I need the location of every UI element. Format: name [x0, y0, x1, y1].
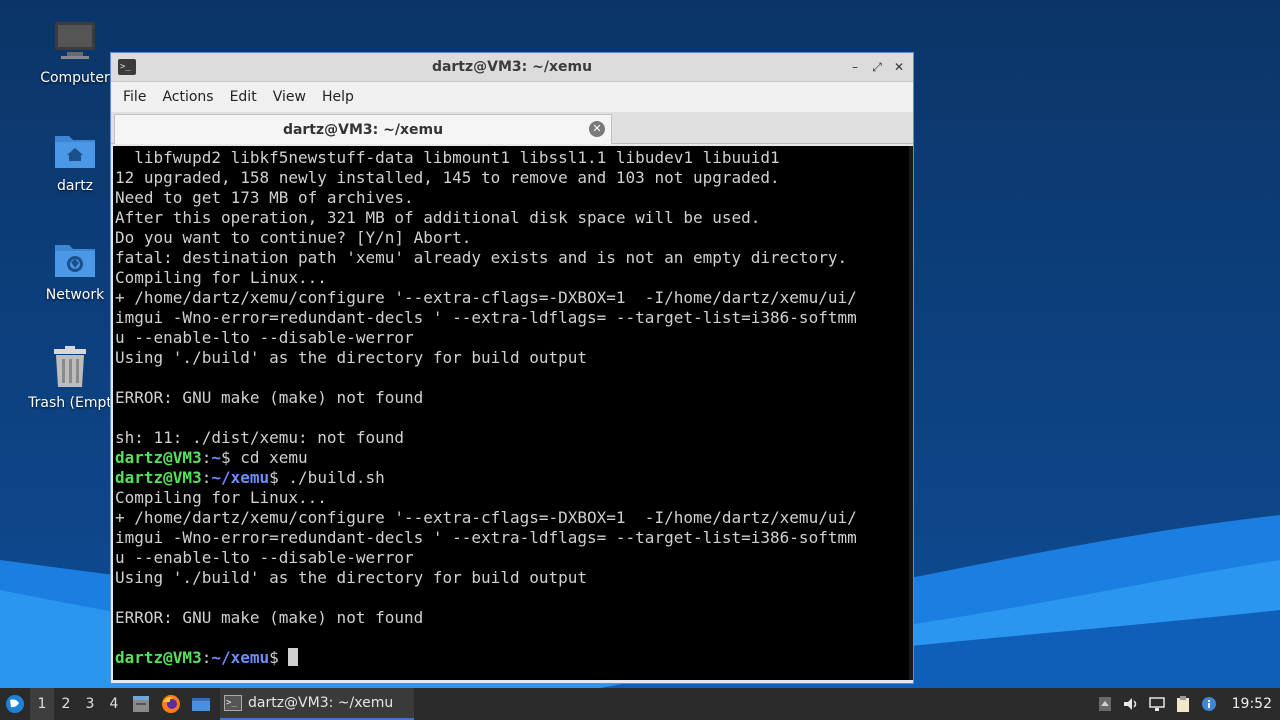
- terminal-line: 12 upgraded, 158 newly installed, 145 to…: [115, 168, 780, 187]
- terminal-line: Using './build' as the directory for bui…: [115, 348, 588, 367]
- terminal-line: u --enable-lto --disable-werror: [115, 548, 414, 567]
- prompt-user: dartz@VM3: [115, 648, 202, 667]
- prompt-path: ~/xemu: [211, 648, 270, 667]
- terminal-prompt-line: dartz@VM3:~/xemu$ ./build.sh: [115, 468, 911, 488]
- clipboard-button[interactable]: [1170, 688, 1196, 720]
- tab-close-icon[interactable]: ✕: [589, 121, 605, 137]
- prompt-path: ~: [211, 448, 221, 467]
- terminal-line: + /home/dartz/xemu/configure '--extra-cf…: [115, 288, 857, 307]
- terminal-line: Using './build' as the directory for bui…: [115, 568, 588, 587]
- chevron-up-icon: [1098, 697, 1111, 711]
- terminal-line: imgui -Wno-error=redundant-decls ' --ext…: [115, 528, 857, 547]
- workspace-1[interactable]: 1: [30, 688, 54, 720]
- volume-button[interactable]: [1118, 688, 1144, 720]
- terminal-line: Need to get 173 MB of archives.: [115, 188, 414, 207]
- taskbar-item-terminal[interactable]: >_ dartz@VM3: ~/xemu: [220, 688, 414, 720]
- prompt-path: ~/xemu: [211, 468, 270, 487]
- tab-terminal[interactable]: dartz@VM3: ~/xemu ✕: [114, 114, 612, 144]
- firefox-launcher[interactable]: [156, 688, 186, 720]
- desktop-icon-label: Trash (Empt: [28, 395, 112, 411]
- terminal-line: ERROR: GNU make (make) not found: [115, 388, 424, 407]
- terminal-line: Do you want to continue? [Y/n] Abort.: [115, 228, 472, 247]
- menu-actions[interactable]: Actions: [154, 89, 221, 105]
- computer-icon: [53, 20, 97, 64]
- firefox-icon: [162, 695, 180, 713]
- clock[interactable]: 19:52: [1222, 696, 1280, 712]
- info-icon: [1201, 697, 1216, 711]
- volume-icon: [1123, 698, 1136, 710]
- workspace-4[interactable]: 4: [102, 688, 126, 720]
- home-folder-icon: [53, 128, 97, 172]
- close-button[interactable]: ✕: [893, 58, 905, 76]
- terminal-scrollbar[interactable]: [909, 146, 913, 680]
- prompt-dollar: $: [269, 648, 279, 667]
- window-titlebar[interactable]: >_ dartz@VM3: ~/xemu – ⤢ ✕: [111, 53, 913, 82]
- terminal-app-icon[interactable]: >_: [118, 59, 136, 75]
- tab-bar: dartz@VM3: ~/xemu ✕: [111, 112, 913, 144]
- terminal-line: + /home/dartz/xemu/configure '--extra-cf…: [115, 508, 857, 527]
- window-title: dartz@VM3: ~/xemu: [431, 59, 593, 75]
- trash-icon: [48, 345, 92, 389]
- tab-title: dartz@VM3: ~/xemu: [282, 121, 444, 138]
- menu-file[interactable]: File: [115, 89, 154, 105]
- terminal-line: ERROR: GNU make (make) not found: [115, 608, 424, 627]
- start-menu-button[interactable]: [0, 688, 30, 720]
- tray-expand-button[interactable]: [1092, 688, 1118, 720]
- notification-button[interactable]: [1196, 688, 1222, 720]
- prompt-user: dartz@VM3: [115, 468, 202, 487]
- prompt-dollar: $: [269, 468, 279, 487]
- network-folder-icon: [53, 237, 97, 281]
- prompt-command: [279, 648, 289, 667]
- prompt-command: ./build.sh: [278, 468, 385, 487]
- show-desktop-button[interactable]: [186, 688, 216, 720]
- maximize-button[interactable]: ⤢: [871, 58, 883, 76]
- prompt-command: cd xemu: [230, 448, 308, 467]
- workspace-2[interactable]: 2: [54, 688, 78, 720]
- lubuntu-logo-icon: [6, 695, 24, 713]
- terminal-cursor: [288, 648, 299, 666]
- desktop-icon: [192, 698, 210, 711]
- terminal-line: Compiling for Linux...: [115, 268, 327, 287]
- prompt-separator: :: [201, 448, 212, 467]
- prompt-separator: :: [201, 648, 212, 667]
- terminal-line: libfwupd2 libkf5newstuff-data libmount1 …: [115, 148, 780, 167]
- prompt-dollar: $: [220, 448, 231, 467]
- taskbar: 1 2 3 4 >_ dartz@VM3: ~/xemu 19:52: [0, 688, 1280, 720]
- terminal-window[interactable]: >_ dartz@VM3: ~/xemu – ⤢ ✕ File Actions …: [110, 52, 914, 684]
- system-tray: 19:52: [1092, 688, 1280, 720]
- menu-help[interactable]: Help: [314, 89, 362, 105]
- terminal-line: u --enable-lto --disable-werror: [115, 328, 414, 347]
- clipboard-icon: [1176, 696, 1189, 712]
- network-icon: [1148, 697, 1165, 711]
- terminal-line: After this operation, 321 MB of addition…: [115, 208, 761, 227]
- terminal-icon: >_: [224, 695, 242, 711]
- file-manager-icon: [133, 696, 149, 712]
- file-manager-launcher[interactable]: [126, 688, 156, 720]
- terminal-line: sh: 11: ./dist/xemu: not found: [115, 428, 404, 447]
- terminal-line: fatal: destination path 'xemu' already e…: [115, 248, 848, 267]
- menu-bar: File Actions Edit View Help: [111, 82, 913, 112]
- workspace-3[interactable]: 3: [78, 688, 102, 720]
- taskbar-item-label: dartz@VM3: ~/xemu: [248, 695, 394, 711]
- terminal-prompt-line: dartz@VM3:~$ cd xemu: [115, 448, 911, 468]
- menu-edit[interactable]: Edit: [222, 89, 265, 105]
- terminal-line: imgui -Wno-error=redundant-decls ' --ext…: [115, 308, 857, 327]
- minimize-button[interactable]: –: [849, 58, 861, 76]
- prompt-separator: :: [201, 468, 212, 487]
- prompt-user: dartz@VM3: [115, 448, 202, 467]
- menu-view[interactable]: View: [265, 89, 314, 105]
- terminal-prompt-line: dartz@VM3:~/xemu$: [115, 648, 911, 668]
- desktop-icon-trash[interactable]: Trash (Empt: [20, 345, 120, 411]
- terminal-line: Compiling for Linux...: [115, 488, 327, 507]
- terminal-output[interactable]: libfwupd2 libkf5newstuff-data libmount1 …: [113, 146, 911, 680]
- network-button[interactable]: [1144, 688, 1170, 720]
